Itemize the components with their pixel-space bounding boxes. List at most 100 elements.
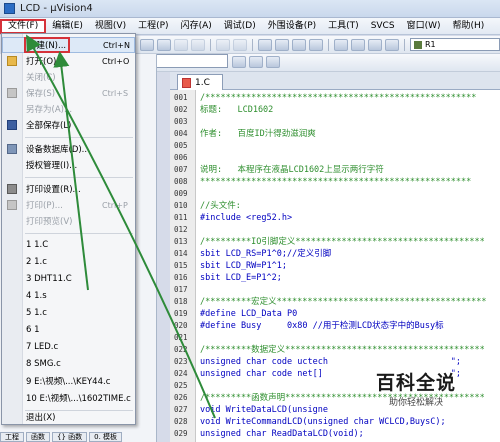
menu-item-recent-file[interactable]: 10 E:\视频\...\1602TIME.c — [2, 390, 135, 406]
menu-item-recent-file[interactable]: 5 1.c — [2, 305, 135, 321]
menu-item-open-shortcut: Ctrl+O — [102, 56, 130, 66]
line-number: 029 — [174, 429, 188, 438]
line-number: 002 — [174, 105, 188, 114]
code-text: #define LCD_Data P0 — [200, 309, 298, 319]
line-number: 025 — [174, 381, 188, 390]
copy-icon[interactable] — [157, 38, 171, 51]
menu-item-license[interactable]: 授权管理(I)... — [2, 157, 135, 173]
menu-item-print-shortcut: Ctrl+P — [102, 200, 128, 210]
menu-item-print-setup[interactable]: 打印设置(R)... — [2, 181, 135, 197]
menu-item-recent-file[interactable]: 8 SMG.c — [2, 356, 135, 372]
save-all-icon — [7, 120, 17, 130]
tab-project[interactable]: 工程 — [0, 432, 24, 442]
menu-file[interactable]: 文件(F) — [0, 18, 47, 34]
menu-item-device-database[interactable]: 设备数据库(D)... — [2, 141, 135, 157]
nav-back-icon[interactable] — [216, 38, 230, 51]
tab-templates[interactable]: 0. 模板 — [89, 432, 123, 442]
options-icon[interactable] — [266, 56, 280, 68]
menu-project[interactable]: 工程(P) — [132, 19, 174, 34]
code-text: 标题: LCD1602 — [200, 105, 274, 115]
menu-item-recent-file[interactable]: 1 1.C — [2, 237, 135, 253]
watermark-logo: 百科全说 助你轻松解决 — [356, 368, 476, 414]
line-number: 021 — [174, 333, 188, 342]
indent-icon[interactable] — [334, 38, 348, 51]
menu-item-save[interactable]: 保存(S) Ctrl+S — [2, 85, 135, 101]
menu-item-recent-file[interactable]: 6 1 — [2, 322, 135, 338]
cut-icon[interactable] — [140, 38, 154, 51]
menu-item-open[interactable]: 打开(O)... Ctrl+O — [2, 53, 135, 69]
editor-tab-file[interactable]: 1.C — [177, 74, 223, 90]
menu-item-print[interactable]: 打印(P)... Ctrl+P — [2, 197, 135, 213]
recent-file-label: 1 1.C — [26, 240, 49, 250]
line-number: 023 — [174, 357, 188, 366]
menu-separator — [25, 233, 133, 234]
menu-item-save-label: 保存(S) — [26, 89, 56, 99]
line-number: 015 — [174, 261, 188, 270]
code-text: ****************************************… — [200, 177, 472, 187]
bookmark-prev-icon[interactable] — [275, 38, 289, 51]
code-text: unsigned char ReadDataLCD(void); — [200, 429, 364, 439]
undo-icon[interactable] — [174, 38, 188, 51]
menu-flash[interactable]: 闪存(A) — [175, 19, 218, 34]
menu-item-close-label: 关闭(C) — [26, 73, 56, 83]
menu-item-print-preview[interactable]: 打印预览(V) — [2, 213, 135, 229]
line-number: 001 — [174, 93, 188, 102]
menu-debug[interactable]: 调试(D) — [218, 19, 262, 34]
line-number: 003 — [174, 117, 188, 126]
menu-item-recent-file[interactable]: 2 1.c — [2, 254, 135, 270]
nav-forward-icon[interactable] — [233, 38, 247, 51]
menu-tools[interactable]: 工具(T) — [322, 19, 365, 34]
menu-view[interactable]: 视图(V) — [89, 19, 132, 34]
save-icon — [7, 88, 17, 98]
code-text: /*********数据定义**************************… — [200, 345, 485, 355]
comment-icon[interactable] — [368, 38, 382, 51]
tab-books[interactable]: 函数 — [26, 432, 50, 442]
bookmark-clear-icon[interactable] — [309, 38, 323, 51]
bookmark-next-icon[interactable] — [292, 38, 306, 51]
main-toolbar: R1 — [136, 36, 500, 54]
menu-item-print-setup-label: 打印设置(R)... — [26, 185, 81, 195]
menu-item-save-all-label: 全部保存(L) — [26, 121, 72, 131]
bookmark-icon[interactable] — [258, 38, 272, 51]
debug-icon[interactable] — [249, 56, 263, 68]
uncomment-icon[interactable] — [385, 38, 399, 51]
menu-edit[interactable]: 编辑(E) — [46, 19, 89, 34]
code-text: void WriteCommandLCD(unsigned char WCLCD… — [200, 417, 446, 427]
menu-peripherals[interactable]: 外围设备(P) — [262, 19, 322, 34]
menu-item-save-all[interactable]: 全部保存(L) — [2, 117, 135, 133]
menu-item-new-shortcut: Ctrl+N — [103, 40, 130, 50]
recent-file-label: 6 1 — [26, 325, 40, 335]
menu-item-new[interactable]: 新建(N)... Ctrl+N — [2, 37, 135, 53]
target-icon — [414, 40, 422, 49]
menu-item-recent-file[interactable]: 9 E:\视频\...\KEY44.c — [2, 373, 135, 389]
toolbar-separator — [404, 38, 405, 51]
menu-item-recent-file[interactable]: 3 DHT11.C — [2, 271, 135, 287]
print-icon — [7, 200, 17, 210]
line-number: 006 — [174, 153, 188, 162]
line-number: 004 — [174, 129, 188, 138]
line-number: 010 — [174, 201, 188, 210]
code-text: #define Busy 0x80 //用于检测LCD状态字中的Busy标 — [200, 321, 444, 331]
line-number: 024 — [174, 369, 188, 378]
menu-help[interactable]: 帮助(H) — [446, 19, 490, 34]
menu-item-close[interactable]: 关闭(C) — [2, 69, 135, 85]
line-number: 012 — [174, 225, 188, 234]
redo-icon[interactable] — [191, 38, 205, 51]
target-select[interactable]: R1 — [410, 38, 500, 51]
menu-item-save-as[interactable]: 另存为(A)... — [2, 101, 135, 117]
find-in-files-icon[interactable] — [232, 56, 246, 68]
menu-item-exit[interactable]: 退出(X) — [2, 409, 135, 425]
menu-window[interactable]: 窗口(W) — [401, 19, 447, 34]
recent-file-label: 2 1.c — [26, 257, 47, 267]
unindent-icon[interactable] — [351, 38, 365, 51]
menu-item-recent-file[interactable]: 7 LED.c — [2, 339, 135, 355]
line-number: 016 — [174, 273, 188, 282]
menu-svcs[interactable]: SVCS — [365, 19, 401, 34]
menu-item-recent-file[interactable]: 4 1.s — [2, 288, 135, 304]
project-tabs: 工程 函数 {} 函数 0. 模板 — [0, 432, 160, 442]
window-title: LCD - µVision4 — [20, 3, 93, 14]
line-number: 028 — [174, 417, 188, 426]
editor-tab-label: 1.C — [195, 77, 210, 88]
tab-functions[interactable]: {} 函数 — [52, 432, 88, 442]
line-number: 007 — [174, 165, 188, 174]
